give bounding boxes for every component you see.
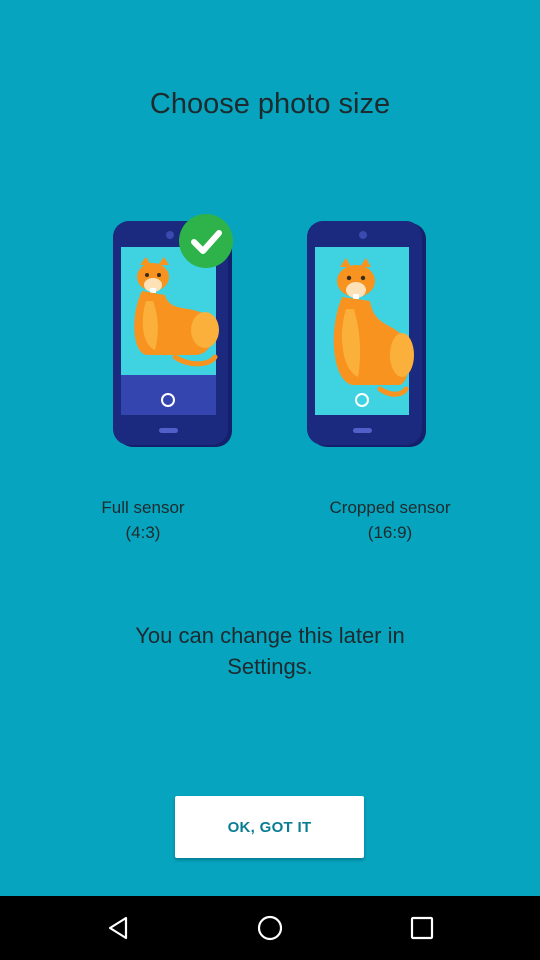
option-cropped-sensor-label: Cropped sensor (16:9) xyxy=(329,498,451,542)
home-icon[interactable] xyxy=(256,914,284,942)
option-full-sensor[interactable]: Full sensor (4:3) xyxy=(20,205,270,555)
ok-got-it-button[interactable]: OK, GOT IT xyxy=(175,796,364,858)
phone-cropped-sensor-illustration xyxy=(307,221,426,447)
recent-apps-icon[interactable] xyxy=(408,914,436,942)
option-full-sensor-label: Full sensor (4:3) xyxy=(101,498,185,542)
system-navigation-bar xyxy=(0,896,540,960)
info-text: You can change this later in Settings. xyxy=(135,623,405,679)
check-badge-icon xyxy=(179,214,233,268)
page-title: Choose photo size xyxy=(149,88,391,120)
option-cropped-sensor[interactable]: Cropped sensor (16:9) xyxy=(270,205,520,555)
back-icon[interactable] xyxy=(104,914,132,942)
